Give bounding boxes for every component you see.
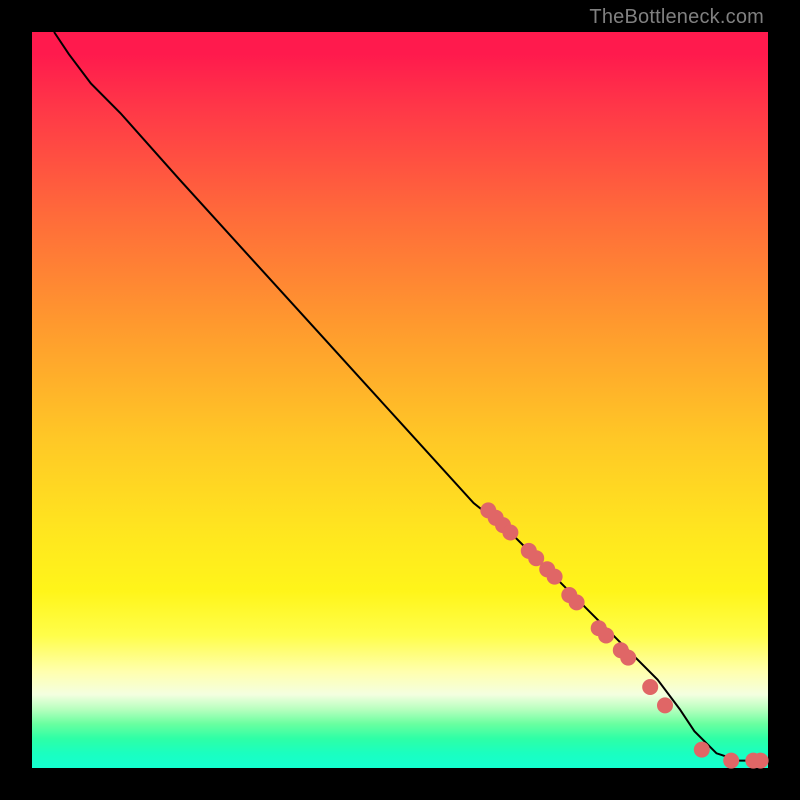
- marker-point: [657, 697, 673, 713]
- curve-line: [54, 32, 761, 761]
- marker-point: [620, 650, 636, 666]
- marker-point: [547, 569, 563, 585]
- marker-point: [723, 753, 739, 769]
- chart-frame: TheBottleneck.com: [0, 0, 800, 800]
- chart-overlay: [32, 32, 768, 768]
- marker-point: [569, 594, 585, 610]
- marker-group: [480, 502, 768, 768]
- marker-point: [642, 679, 658, 695]
- marker-point: [694, 742, 710, 758]
- marker-point: [598, 628, 614, 644]
- marker-point: [502, 525, 518, 541]
- marker-point: [753, 753, 769, 769]
- watermark-text: TheBottleneck.com: [589, 6, 764, 29]
